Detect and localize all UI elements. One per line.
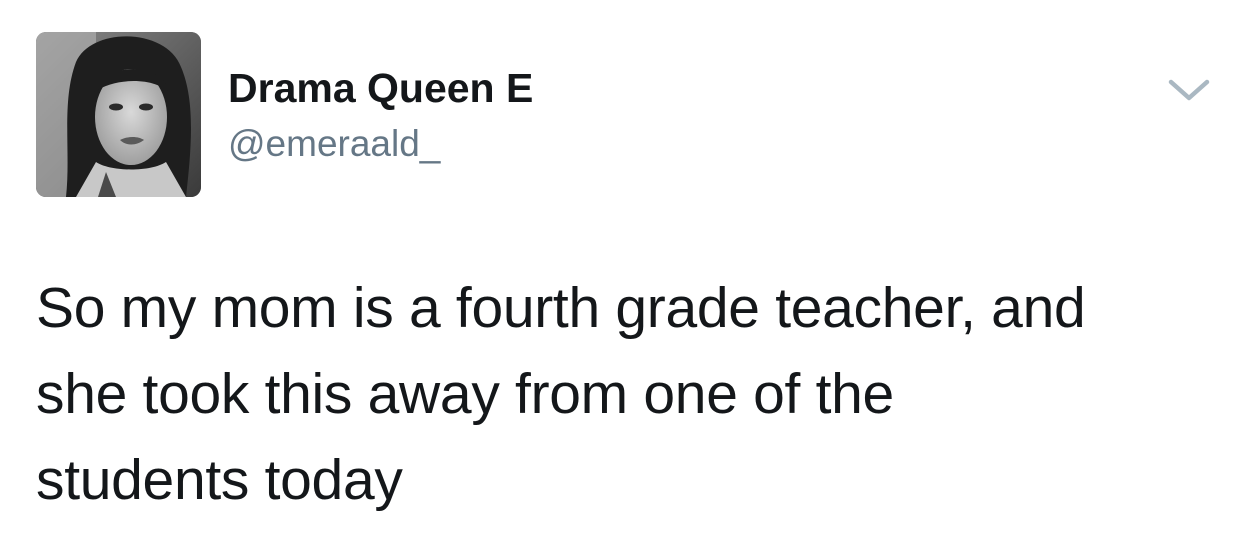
tweet-text-line: she took this away from one of the xyxy=(36,362,894,426)
tweet-text-line: students today xyxy=(36,448,403,512)
tweet-text-line: So my mom is a fourth grade teacher, and xyxy=(36,276,1086,340)
author-handle[interactable]: @emeraald_ xyxy=(228,122,440,166)
author-avatar[interactable] xyxy=(36,32,201,197)
author-display-name[interactable]: Drama Queen E xyxy=(228,64,533,112)
chevron-down-icon xyxy=(1168,79,1210,101)
tweet-menu-button[interactable] xyxy=(1168,76,1210,104)
tweet-card: Drama Queen E @emeraald_ So my mom is a … xyxy=(0,0,1242,554)
avatar-photo-icon xyxy=(36,32,201,197)
tweet-text: So my mom is a fourth grade teacher, and… xyxy=(36,265,1216,523)
